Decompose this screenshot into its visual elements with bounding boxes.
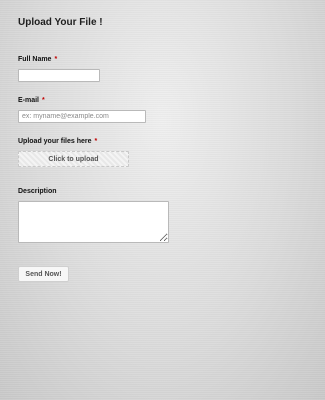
file-upload-button[interactable]: Click to upload (18, 151, 129, 167)
upload-label: Upload your files here * (18, 138, 97, 145)
form-title: Upload Your File ! (18, 17, 103, 28)
required-marker: * (54, 56, 58, 63)
email-input[interactable] (18, 110, 146, 123)
description-label-text: Description (18, 188, 57, 195)
description-label: Description (18, 188, 57, 195)
upload-label-text: Upload your files here (18, 138, 92, 145)
required-marker: * (42, 97, 45, 104)
full-name-label-text: Full Name (18, 56, 52, 63)
file-upload-button-label: Click to upload (48, 155, 99, 163)
description-textarea[interactable] (18, 201, 169, 243)
required-marker: * (94, 138, 98, 145)
full-name-label: Full Name * (18, 56, 57, 63)
send-now-button[interactable]: Send Now! (18, 266, 69, 282)
full-name-input[interactable] (18, 69, 100, 82)
email-label: E-mail * (18, 97, 45, 104)
email-label-text: E-mail (18, 97, 40, 104)
